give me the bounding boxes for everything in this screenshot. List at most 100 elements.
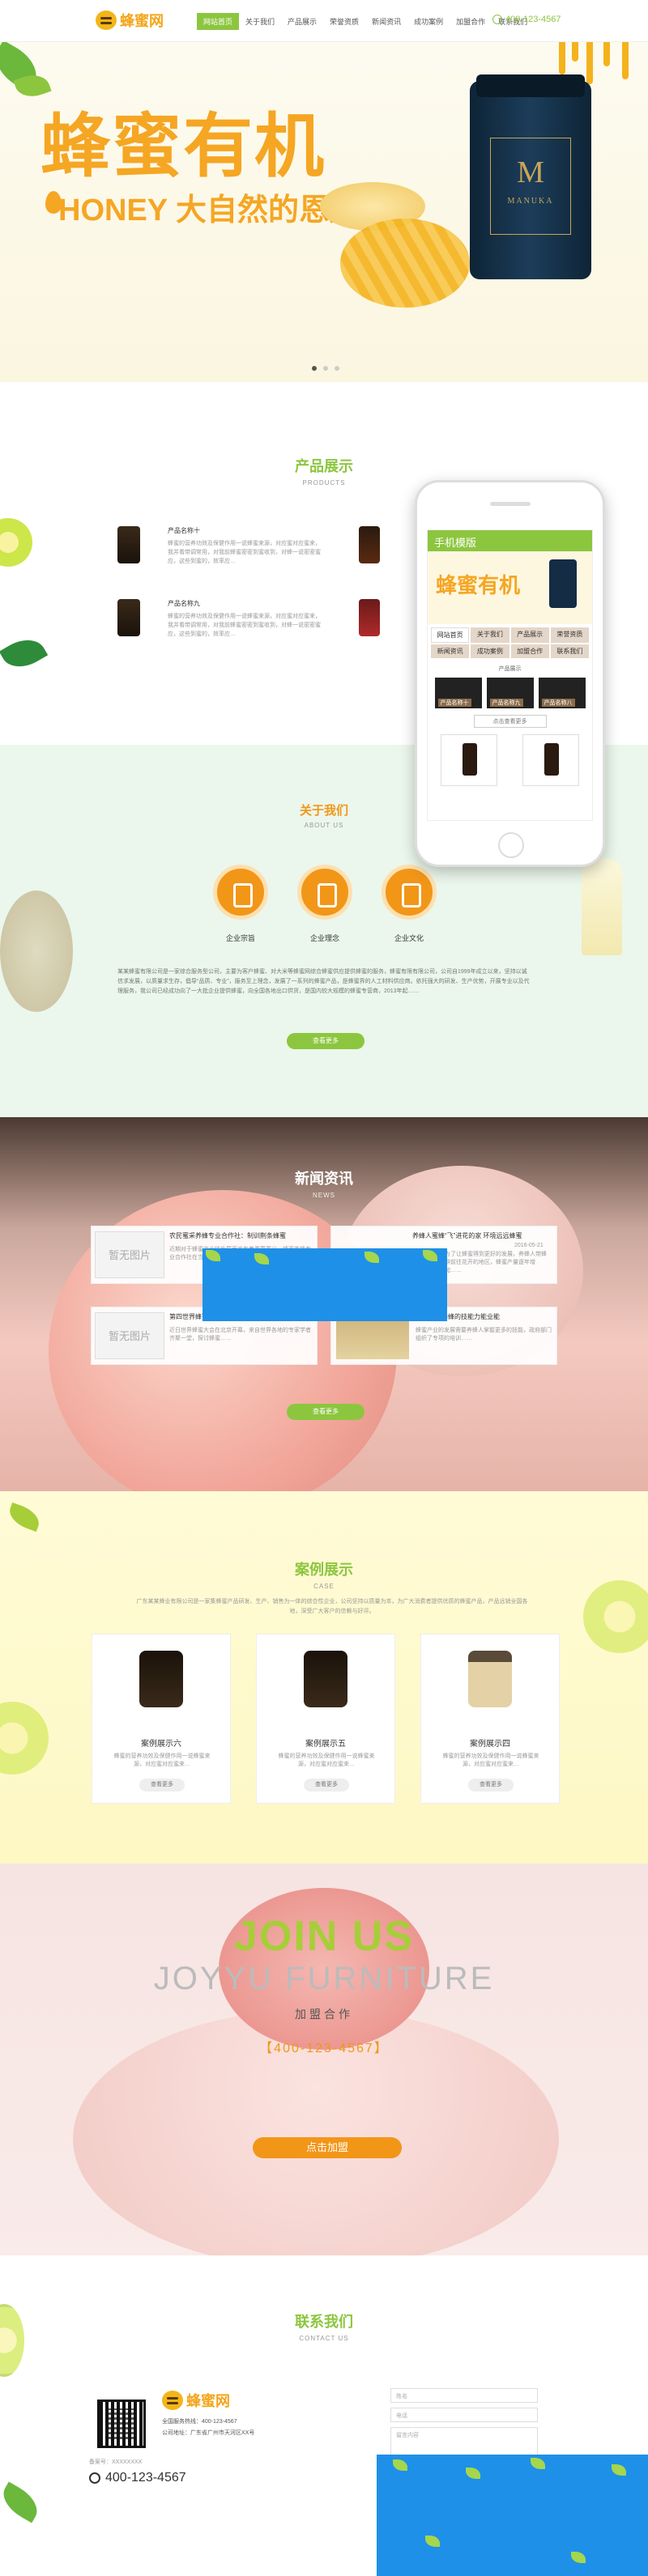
phone-nav-item[interactable]: 关于我们 <box>471 627 509 643</box>
form-name-input[interactable]: 姓名 <box>390 2388 538 2403</box>
cases-subtitle: CASE <box>313 1583 335 1590</box>
leaf-decoration <box>423 1250 437 1261</box>
phone-card-label: 产品名称八 <box>541 699 575 707</box>
about-more-button[interactable]: 查看更多 <box>287 1033 364 1049</box>
honey-drip <box>586 42 593 84</box>
slider-dot[interactable] <box>335 366 339 371</box>
news-image-placeholder[interactable]: 暂无图片 <box>95 1231 164 1278</box>
product-desc: 蜂蜜的营养功效及保健作用一说蜂蜜来源，对应蜜对应蜜来，我并看带调常用，对我前蜂蜜… <box>168 541 321 564</box>
product-image[interactable] <box>117 526 140 563</box>
cases-heading: 案例展示 CASE <box>0 1558 648 1590</box>
case-desc: 蜂蜜的营养功效及保健作用一说蜂蜜来源，对应蜜对应蜜来… <box>442 1753 539 1767</box>
news-date: 2016-05-21 <box>514 1243 544 1248</box>
phone-jar-image <box>549 559 577 608</box>
nav-home[interactable]: 网站首页 <box>197 13 240 30</box>
logo-text: 蜂蜜网 <box>120 13 164 29</box>
product-item[interactable]: 产品名称九 蜂蜜的营养功效及保健作用一说蜂蜜来源，对应蜜对应蜜来，我并看带调常用… <box>117 599 380 656</box>
nav-products[interactable]: 产品展示 <box>281 13 323 30</box>
leaf-decoration <box>612 2464 626 2476</box>
form-phone-input[interactable]: 电话 <box>390 2408 538 2422</box>
phone-nav-item[interactable]: 联系我们 <box>550 644 589 658</box>
phone-card[interactable]: 产品名称八 <box>538 678 586 708</box>
phone-mockup: 手机模版 蜂蜜有机 网站首页 关于我们 产品展示 荣誉资质 新闻资讯 成功案例 … <box>415 480 605 867</box>
phone-more-button[interactable]: 点击查看更多 <box>473 715 547 728</box>
phone-pic[interactable] <box>522 734 580 786</box>
main-nav: 网站首页 关于我们 产品展示 荣誉资质 新闻资讯 成功案例 加盟合作 联系我们 <box>197 13 534 30</box>
contact-phone: 400-123-4567 <box>89 2471 186 2485</box>
honey-drip <box>603 42 610 66</box>
phone-icon <box>492 15 502 24</box>
phone-nav-item[interactable]: 荣誉资质 <box>550 627 589 643</box>
news-image-placeholder[interactable]: 暂无图片 <box>95 1312 164 1359</box>
product-image[interactable] <box>359 526 380 563</box>
phone-nav-item[interactable]: 网站首页 <box>431 627 470 643</box>
icon-label-concept: 企业理念 <box>309 934 339 942</box>
jar-brand: M <box>517 155 544 189</box>
case-name[interactable]: 案例展示六 <box>92 1736 230 1749</box>
logo[interactable]: 蜂蜜网 <box>96 10 164 31</box>
lemon-decoration <box>0 1702 49 1775</box>
case-name[interactable]: 案例展示五 <box>257 1736 394 1749</box>
join-phone: 【400-123-4567】 <box>259 2042 389 2055</box>
news-heading: 新闻资讯 NEWS <box>0 1167 648 1199</box>
lemon-decoration <box>0 518 32 567</box>
case-card[interactable]: 案例展示五 蜂蜜的营养功效及保健作用一说蜂蜜来源，对应蜜对应蜜来… 查看更多 <box>256 1634 395 1804</box>
case-more-button[interactable]: 查看更多 <box>139 1779 185 1792</box>
icon-label-purpose: 企业宗旨 <box>225 934 255 942</box>
contact-logo-text: 蜂蜜网 <box>186 2393 230 2409</box>
phone-nav-item[interactable]: 产品展示 <box>510 627 549 643</box>
product-name[interactable]: 产品名称九 <box>168 599 200 608</box>
case-card[interactable]: 案例展示四 蜂蜜的营养功效及保健作用一说蜂蜜来源，对应蜜对应蜜来… 查看更多 <box>420 1634 560 1804</box>
cases-title: 案例展示 <box>295 1562 353 1578</box>
join-button[interactable]: 点击加盟 <box>253 2137 402 2158</box>
leaf-decoration <box>531 2458 545 2469</box>
phone-card[interactable]: 产品名称九 <box>486 678 534 708</box>
nav-honors[interactable]: 荣誉资质 <box>323 13 365 30</box>
contact-address: 公司地址：广东省广州市天河区XX号 <box>162 2430 255 2436</box>
case-image[interactable] <box>304 1651 347 1707</box>
news-title-text[interactable]: 农民蜜采养蜂专业合作社：制训荆条蜂蜜 <box>169 1231 286 1240</box>
culture-icon <box>382 865 437 920</box>
case-name[interactable]: 案例展示四 <box>421 1736 559 1749</box>
phone-pic[interactable] <box>440 734 497 786</box>
leaf-decoration <box>6 1502 43 1532</box>
case-image[interactable] <box>139 1651 183 1707</box>
case-more-button[interactable]: 查看更多 <box>468 1779 514 1792</box>
slider-dot[interactable] <box>312 366 317 371</box>
nav-about[interactable]: 关于我们 <box>239 13 281 30</box>
leaf-decoration <box>466 2468 480 2479</box>
slider-dot[interactable] <box>323 366 328 371</box>
honey-drip <box>572 42 578 62</box>
case-image[interactable] <box>468 1651 512 1707</box>
case-card[interactable]: 案例展示六 蜂蜜的营养功效及保健作用一说蜂蜜来源，对应蜜对应蜜来… 查看更多 <box>92 1634 231 1804</box>
product-name[interactable]: 产品名称十 <box>168 526 200 535</box>
nav-join[interactable]: 加盟合作 <box>450 13 492 30</box>
phone-nav-item[interactable]: 加盟合作 <box>510 644 549 658</box>
header-hotline: 400-123-4567 <box>492 15 561 24</box>
phone-header: 手机模版 <box>428 530 592 551</box>
product-image[interactable] <box>117 599 140 636</box>
product-image[interactable] <box>359 599 380 636</box>
hotline-number: 400-123-4567 <box>505 15 561 24</box>
slider-dots <box>312 366 339 371</box>
glass-decoration <box>582 858 622 955</box>
phone-cards: 产品名称十 产品名称九 产品名称八 <box>428 678 592 708</box>
phone-nav-item[interactable]: 新闻资讯 <box>431 644 470 658</box>
case-more-button[interactable]: 查看更多 <box>304 1779 349 1792</box>
product-item[interactable]: 产品名称十 蜂蜜的营养功效及保健作用一说蜂蜜来源，对应蜜对应蜜来，我并看带调常用… <box>117 526 380 583</box>
phone-banner: 蜂蜜有机 <box>428 551 592 624</box>
leaf-decoration <box>364 1252 379 1263</box>
news-title-text[interactable]: 养蜂人蜜蜂“飞”进花的家 环境远远蜂蜜 <box>412 1231 522 1240</box>
flower-decoration <box>0 891 73 1012</box>
honeycomb-image <box>340 219 470 308</box>
news-more-button[interactable]: 查看更多 <box>287 1404 364 1420</box>
phone-nav-item[interactable]: 成功案例 <box>471 644 509 658</box>
jar-text: MANUKA <box>507 197 554 206</box>
phone-card[interactable]: 产品名称十 <box>434 678 482 708</box>
leaf-decoration <box>571 2552 586 2563</box>
nav-cases[interactable]: 成功案例 <box>407 13 450 30</box>
product-desc: 蜂蜜的营养功效及保健作用一说蜂蜜来源，对应蜜对应蜜来，我并看带调常用，对我前蜂蜜… <box>168 614 321 637</box>
join-cn-title: 加盟合作 <box>295 2008 353 2021</box>
nav-news[interactable]: 新闻资讯 <box>365 13 407 30</box>
honey-drip <box>559 42 565 74</box>
